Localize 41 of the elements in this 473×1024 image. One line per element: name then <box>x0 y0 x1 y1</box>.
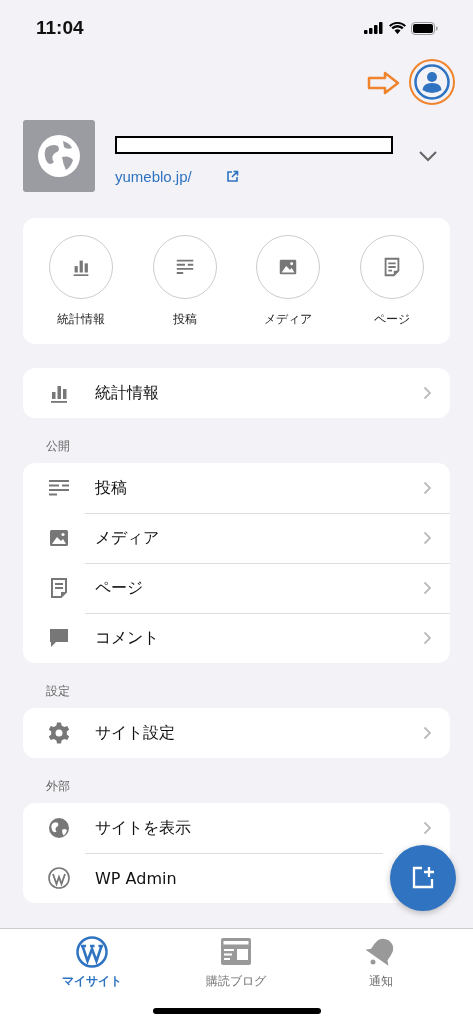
quick-action-button[interactable]: 統計情報 <box>35 234 126 328</box>
site-icon[interactable] <box>23 120 95 192</box>
section-header: 公開 <box>45 438 71 455</box>
chevron-right-icon <box>423 481 432 495</box>
signal-icon <box>364 22 384 34</box>
arrow-icon <box>367 71 401 95</box>
settings-icon <box>47 721 71 745</box>
chevron-right-icon <box>423 726 432 740</box>
status-time: 11:04 <box>36 17 84 39</box>
battery-icon <box>411 21 438 35</box>
section-header: 設定 <box>45 683 71 700</box>
wordpress-icon <box>75 935 110 969</box>
tab[interactable]: 通知 <box>330 935 431 990</box>
wordpress-icon <box>47 866 71 890</box>
menu-row[interactable]: 統計情報 <box>23 368 450 418</box>
chevron-right-icon <box>423 531 432 545</box>
plus-square-icon <box>410 865 436 891</box>
quick-action-button[interactable]: メディア <box>243 234 334 328</box>
menu-row[interactable]: サイト設定 <box>23 708 450 758</box>
new-post-button[interactable] <box>390 845 456 911</box>
section-header: 外部 <box>45 778 71 795</box>
chevron-right-icon <box>423 581 432 595</box>
menu-row[interactable]: コメント <box>23 613 450 663</box>
comment-icon <box>47 626 71 650</box>
chevron-down-icon[interactable] <box>418 150 438 162</box>
chevron-right-icon <box>423 821 432 835</box>
globe-icon <box>47 816 71 840</box>
chevron-right-icon <box>423 386 432 400</box>
site-url-link[interactable]: yumeblo.jp/ <box>115 167 192 185</box>
external-link-icon[interactable] <box>225 169 239 183</box>
menu-row[interactable]: メディア <box>23 513 450 563</box>
quick-action-button[interactable]: 投稿 <box>139 234 230 328</box>
profile-button[interactable] <box>409 59 455 105</box>
menu-row[interactable]: ページ <box>23 563 450 613</box>
chevron-right-icon <box>423 631 432 645</box>
menu-row[interactable]: 投稿 <box>23 463 450 513</box>
menu-row[interactable]: WP Admin <box>23 853 383 903</box>
tab[interactable]: マイサイト <box>42 935 143 990</box>
wifi-icon <box>389 22 406 34</box>
quick-action-button[interactable]: ページ <box>347 234 438 328</box>
tab[interactable]: 購読ブログ <box>186 935 287 990</box>
